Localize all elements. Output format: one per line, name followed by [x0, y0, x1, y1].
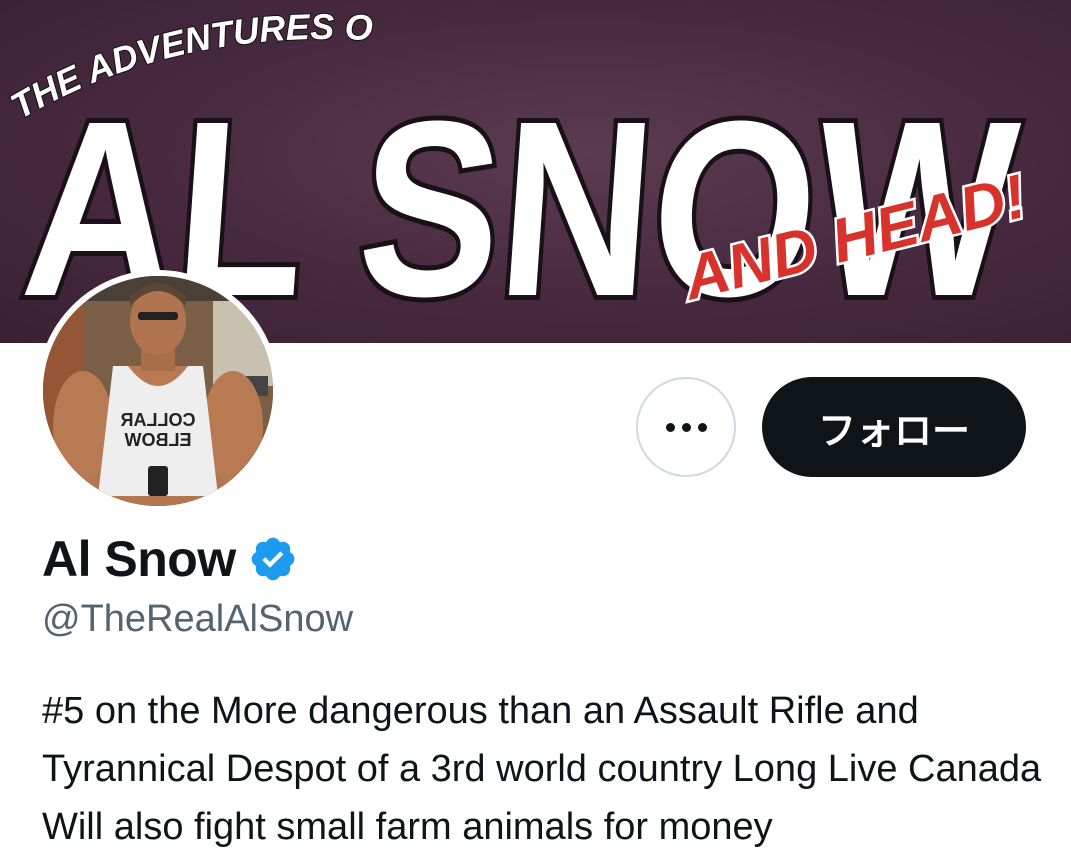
- more-options-icon: [665, 422, 707, 432]
- display-name: Al Snow: [42, 531, 236, 587]
- profile-bio: #5 on the More dangerous than an Assault…: [42, 690, 1042, 848]
- more-options-button[interactable]: [636, 377, 736, 477]
- display-name-row: Al Snow: [42, 530, 298, 588]
- avatar[interactable]: COLLAR ELBOW: [37, 270, 279, 512]
- shirt-text-1: COLLAR: [121, 410, 196, 430]
- verified-badge-icon[interactable]: [248, 534, 298, 584]
- shirt-text-2: ELBOW: [124, 430, 191, 450]
- follow-button[interactable]: フォロー: [762, 377, 1026, 477]
- profile-photo: COLLAR ELBOW: [43, 276, 273, 506]
- user-handle: @TheRealAlSnow: [42, 598, 354, 640]
